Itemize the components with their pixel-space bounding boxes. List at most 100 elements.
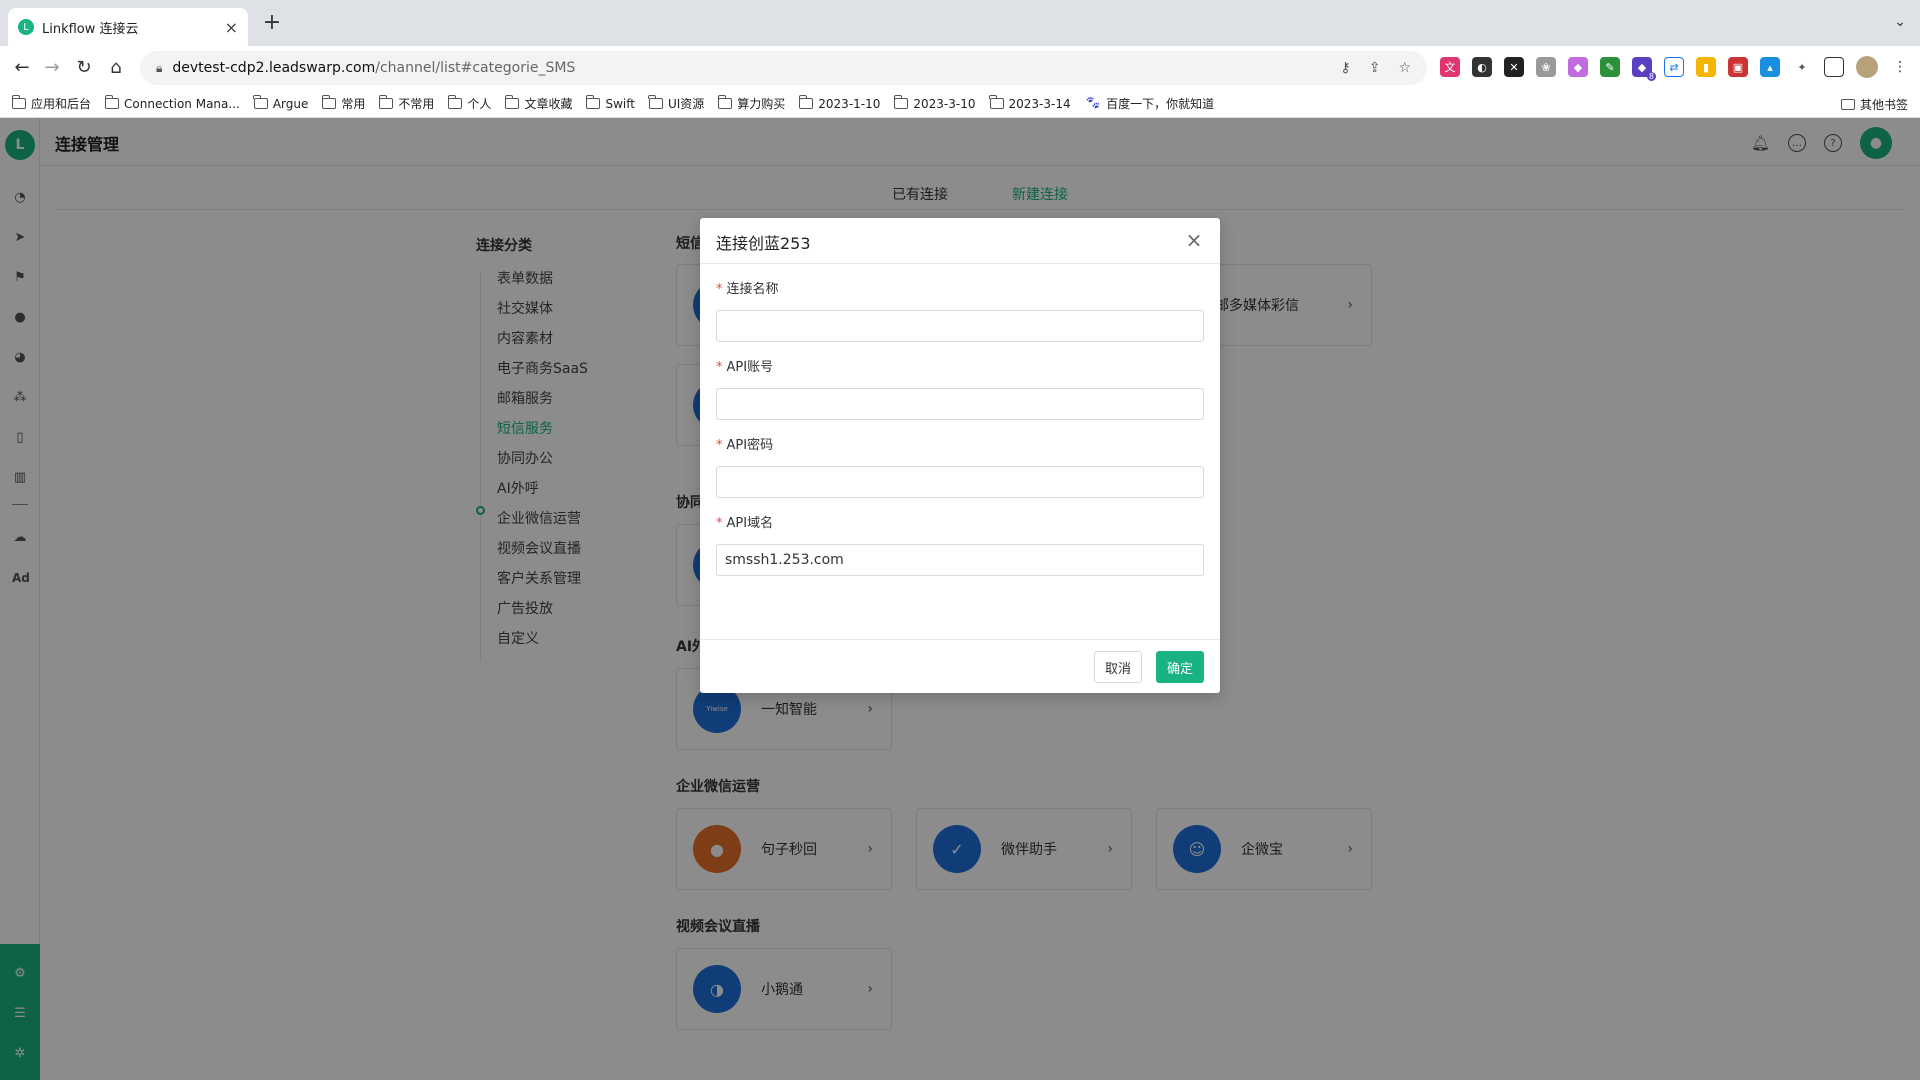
browser-tabstrip: L Linkflow 连接云 × + ⌄ xyxy=(0,0,1920,46)
bookmark-label: 百度一下，你就知道 xyxy=(1106,97,1215,111)
bookmark-baidu[interactable]: 🐾︎ 百度一下，你就知道 xyxy=(1085,95,1215,112)
share-icon[interactable]: ⇪ xyxy=(1369,60,1381,76)
modal-footer: 取消 确定 xyxy=(700,639,1220,693)
forward-arrow-icon[interactable]: → xyxy=(42,58,62,78)
api-domain-input[interactable] xyxy=(716,544,1204,576)
home-icon[interactable]: ⌂ xyxy=(106,58,126,78)
extension-badge-icon[interactable]: ◆ 8 xyxy=(1632,57,1656,81)
extension-icon[interactable]: ⇄ xyxy=(1664,57,1684,77)
extensions-row: 文 ◐ ✕ ❀ ◆ ✎ ◆ 8 ⇄ ▮ ▣ ▴ ✦ ⋮ xyxy=(1440,56,1910,81)
required-asterisk: * xyxy=(716,360,723,375)
modal-header: 连接创蓝253 × xyxy=(700,218,1220,264)
other-bookmarks[interactable]: 其他书签 xyxy=(1840,90,1908,118)
folder-icon xyxy=(504,95,520,109)
url-text[interactable]: devtest-cdp2.leadswarp.com/channel/list#… xyxy=(172,60,1340,76)
bookmarks-bar: 应用和后台 Connection Mana... Argue 常用 不常用 个人… xyxy=(0,90,1920,118)
baidu-paw-icon: 🐾︎ xyxy=(1084,96,1102,111)
confirm-button[interactable]: 确定 xyxy=(1155,651,1204,683)
back-arrow-icon[interactable]: ← xyxy=(12,58,32,78)
bookmark-label: 应用和后台 xyxy=(31,97,92,111)
extension-icon[interactable]: ❀ xyxy=(1536,57,1556,77)
extension-icon[interactable]: ✕ xyxy=(1504,57,1524,77)
field-label: * API密码 xyxy=(716,436,1204,458)
bookmark-folder[interactable]: 2023-3-10 xyxy=(893,95,976,111)
bookmark-label: 不常用 xyxy=(398,97,435,111)
field-api-password: * API密码 xyxy=(716,436,1204,498)
browser-tab[interactable]: L Linkflow 连接云 × xyxy=(8,8,248,46)
folder-icon xyxy=(447,95,463,109)
extension-icon[interactable]: ◐ xyxy=(1472,57,1492,77)
required-asterisk: * xyxy=(716,516,723,531)
connection-form: * 连接名称 * API账号 * API密码 * API域名 xyxy=(700,264,1220,576)
bookmark-folder[interactable]: 应用和后台 xyxy=(11,95,92,112)
required-asterisk: * xyxy=(716,282,723,297)
extension-icon[interactable]: ▣ xyxy=(1728,57,1748,77)
field-label: * 连接名称 xyxy=(716,280,1204,302)
bookmark-label: 常用 xyxy=(341,97,366,111)
bookmark-folder[interactable]: 常用 xyxy=(321,95,366,112)
extension-icon[interactable]: ▴ xyxy=(1760,57,1780,77)
bookmark-label: 2023-3-10 xyxy=(913,96,976,111)
folder-icon xyxy=(717,95,733,109)
linkflow-favicon-icon: L xyxy=(18,19,34,35)
cancel-button[interactable]: 取消 xyxy=(1093,651,1142,683)
address-bar[interactable]: 🔒︎ devtest-cdp2.leadswarp.com/channel/li… xyxy=(140,51,1427,85)
extension-icon[interactable]: ✎ xyxy=(1600,57,1620,77)
folder-icon xyxy=(1840,98,1855,110)
profile-avatar[interactable] xyxy=(1856,56,1878,78)
bookmark-label: Connection Mana... xyxy=(124,96,240,111)
field-connection-name: * 连接名称 xyxy=(716,280,1204,342)
required-asterisk: * xyxy=(716,438,723,453)
bookmark-label: UI资源 xyxy=(667,97,705,111)
bookmark-folder[interactable]: 文章收藏 xyxy=(504,95,573,112)
lock-icon[interactable]: 🔒︎ xyxy=(156,61,162,76)
tab-search-chevron-icon[interactable]: ⌄ xyxy=(1894,14,1906,30)
folder-icon xyxy=(11,95,26,109)
bookmark-folder[interactable]: 2023-3-14 xyxy=(989,95,1071,111)
tab-close-icon[interactable]: × xyxy=(225,18,238,37)
side-panel-icon[interactable] xyxy=(1824,57,1844,77)
bookmark-label: Argue xyxy=(272,96,309,111)
bookmark-label: 2023-3-14 xyxy=(1008,96,1071,111)
field-api-domain: * API域名 xyxy=(716,514,1204,576)
bookmark-star-icon[interactable]: ☆ xyxy=(1398,60,1411,76)
puzzle-extensions-icon[interactable]: ✦ xyxy=(1792,57,1812,77)
extension-icon[interactable]: ▮ xyxy=(1696,57,1716,77)
bookmark-label: 文章收藏 xyxy=(524,97,573,111)
close-icon[interactable]: × xyxy=(1182,228,1206,252)
field-label-text: 连接名称 xyxy=(726,282,779,297)
reload-icon[interactable]: ↻ xyxy=(74,58,94,78)
api-account-input[interactable] xyxy=(716,388,1204,420)
browser-toolbar: ← → ↻ ⌂ 🔒︎ devtest-cdp2.leadswarp.com/ch… xyxy=(0,46,1920,90)
bookmark-label: Swift xyxy=(605,96,635,111)
field-label-text: API域名 xyxy=(726,516,774,531)
field-label-text: API账号 xyxy=(726,360,774,375)
folder-icon xyxy=(989,95,1004,109)
field-label-text: API密码 xyxy=(726,438,774,453)
bookmark-folder[interactable]: Connection Mana... xyxy=(104,95,240,111)
key-icon[interactable]: ⚷ xyxy=(1340,60,1350,76)
connection-name-input[interactable] xyxy=(716,310,1204,342)
extension-icon[interactable]: ◆ xyxy=(1568,57,1588,77)
field-label: * API域名 xyxy=(716,514,1204,536)
url-path: /channel/list#categorie_SMS xyxy=(375,60,576,76)
translate-extension-icon[interactable]: 文 xyxy=(1440,57,1460,77)
bookmark-label: 其他书签 xyxy=(1859,97,1908,112)
url-host: devtest-cdp2.leadswarp.com xyxy=(172,60,376,76)
bookmark-folder[interactable]: 算力购买 xyxy=(717,95,785,112)
bookmark-folder[interactable]: 个人 xyxy=(447,95,491,112)
bookmark-folder[interactable]: 不常用 xyxy=(378,95,435,112)
bookmark-folder[interactable]: UI资源 xyxy=(648,95,705,112)
folder-icon xyxy=(104,95,120,109)
bookmark-label: 2023-1-10 xyxy=(818,96,881,111)
bookmark-folder[interactable]: Argue xyxy=(253,95,309,111)
new-tab-icon[interactable]: + xyxy=(260,12,284,36)
folder-icon xyxy=(585,95,601,109)
modal-title: 连接创蓝253 xyxy=(716,234,811,253)
folder-icon xyxy=(253,95,268,109)
kebab-menu-icon[interactable]: ⋮ xyxy=(1890,57,1910,77)
bookmark-folder[interactable]: Swift xyxy=(585,95,635,111)
bookmark-folder[interactable]: 2023-1-10 xyxy=(798,95,881,111)
field-label: * API账号 xyxy=(716,358,1204,380)
api-password-input[interactable] xyxy=(716,466,1204,498)
